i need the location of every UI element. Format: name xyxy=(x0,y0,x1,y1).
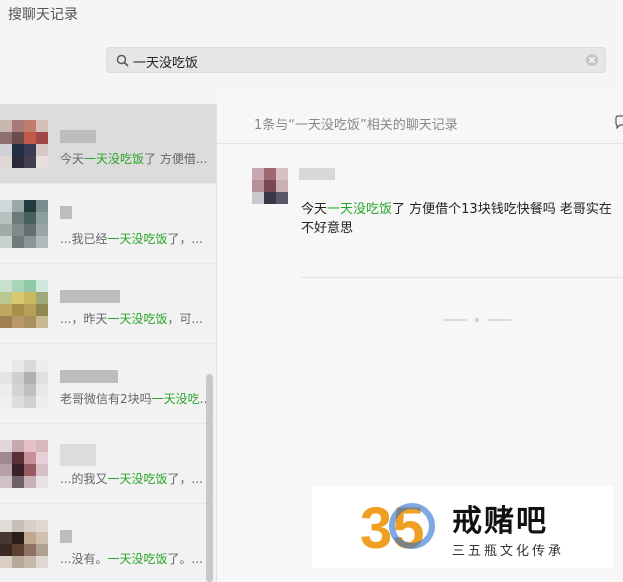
message-text: 今天一天没吃饭了 方便借个13块钱吃快餐吗 老哥实在不好意思 xyxy=(301,202,612,236)
conversation-item[interactable]: ...没有。一天没吃饭了。... xyxy=(0,504,216,582)
avatar xyxy=(0,120,48,168)
conversation-item[interactable]: ...的我又一天没吃饭了，... xyxy=(0,424,216,504)
conversation-item[interactable]: 今天一天没吃饭了 方便借... xyxy=(0,104,216,184)
message-snippet: ...的我又一天没吃饭了，... xyxy=(60,472,203,486)
message-avatar xyxy=(252,168,288,204)
conversation-item[interactable]: 老哥微信有2块吗一天没吃... xyxy=(0,344,216,424)
contact-name xyxy=(60,206,72,219)
message-snippet: ...，昨天一天没吃饭，可... xyxy=(60,312,203,326)
top-bar: 搜聊天记录 xyxy=(0,0,623,94)
message-snippet: 今天一天没吃饭了 方便借... xyxy=(60,152,208,166)
conversation-item[interactable]: ...我已经一天没吃饭了，... xyxy=(0,184,216,264)
avatar xyxy=(0,280,48,328)
chat-bubble-icon[interactable] xyxy=(614,115,623,129)
divider xyxy=(301,277,623,278)
contact-name xyxy=(60,290,120,303)
avatar xyxy=(0,440,48,488)
avatar xyxy=(0,360,48,408)
search-icon xyxy=(116,54,129,67)
search-box[interactable] xyxy=(106,47,606,73)
contact-name xyxy=(60,130,96,143)
avatar xyxy=(0,200,48,248)
message-sender-name xyxy=(299,168,335,180)
logo-35-icon: 35 xyxy=(360,496,435,556)
contact-name xyxy=(60,370,118,383)
contact-name xyxy=(60,530,72,543)
avatar xyxy=(0,520,48,568)
result-count-label: 1条与“一天没吃饭”相关的聊天记录 xyxy=(254,118,458,133)
divider xyxy=(217,143,623,144)
conversation-list[interactable]: 今天一天没吃饭了 方便借... ...我已经一天没吃饭了，... ...，昨天一… xyxy=(0,104,217,582)
message-snippet: 老哥微信有2块吗一天没吃... xyxy=(60,392,210,406)
search-input[interactable] xyxy=(131,50,575,72)
watermark-subtitle: 三五瓶文化传承 xyxy=(452,544,565,559)
watermark: 35 戒赌吧 三五瓶文化传承 xyxy=(312,486,613,568)
app-title: 搜聊天记录 xyxy=(8,7,78,23)
message-snippet: ...我已经一天没吃饭了，... xyxy=(60,232,203,246)
scrollbar[interactable] xyxy=(206,374,213,582)
clear-search-icon[interactable] xyxy=(585,53,599,67)
watermark-title: 戒赌吧 xyxy=(452,504,548,539)
conversation-item[interactable]: ...，昨天一天没吃饭，可... xyxy=(0,264,216,344)
contact-name xyxy=(60,444,96,466)
loading-indicator xyxy=(443,318,511,322)
message-snippet: ...没有。一天没吃饭了。... xyxy=(60,552,203,566)
